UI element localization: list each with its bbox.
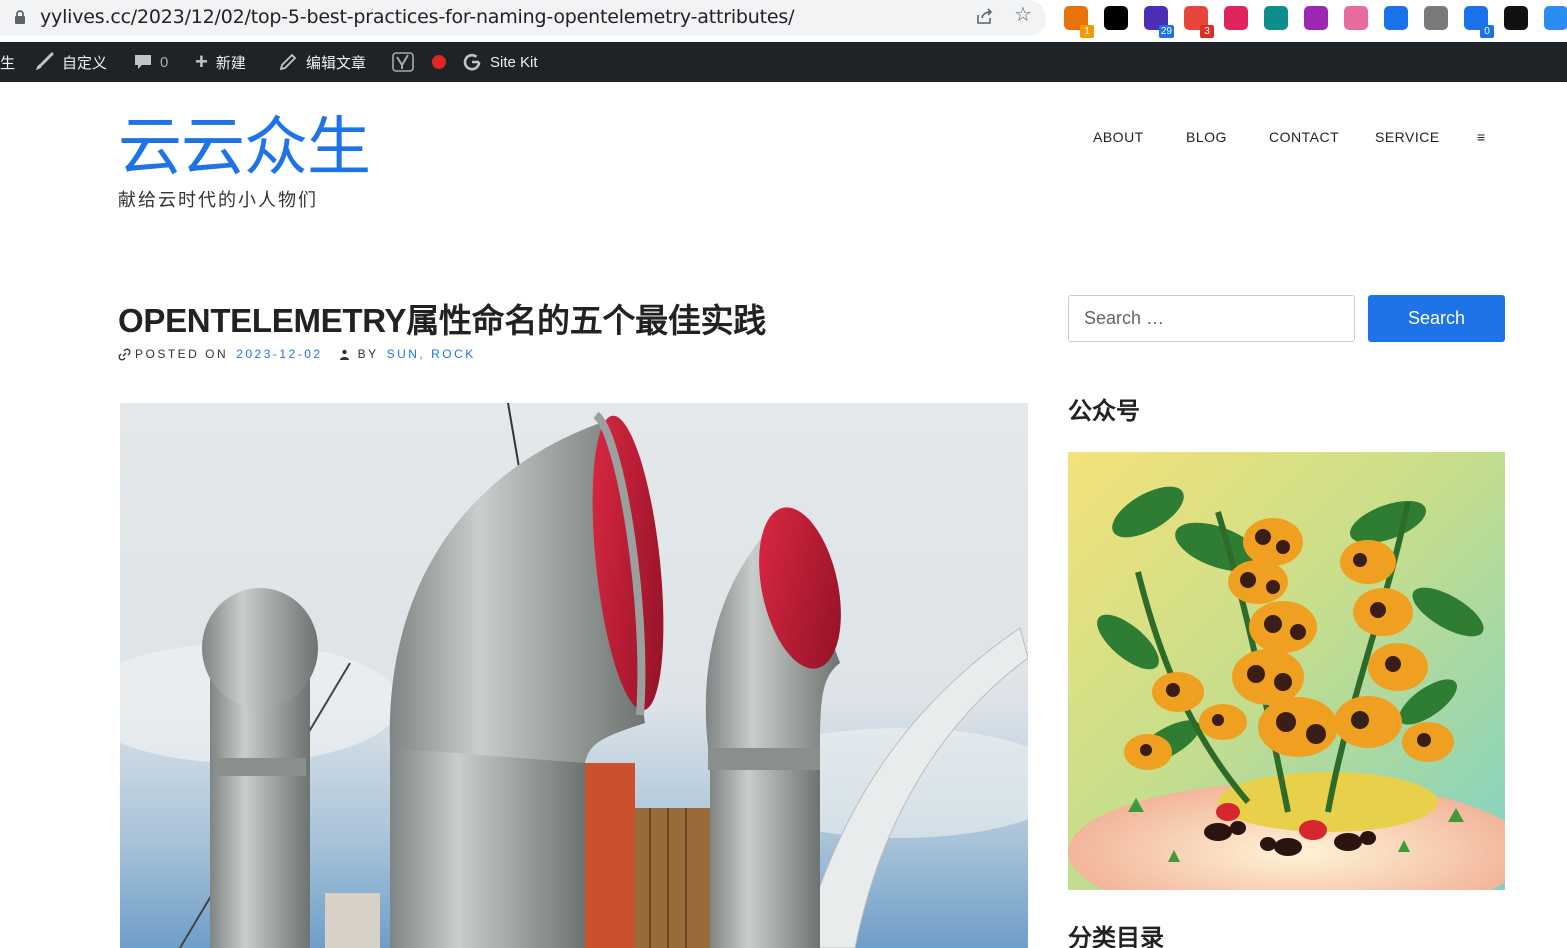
search-input[interactable] <box>1068 295 1355 342</box>
comment-bubble-icon <box>135 55 151 69</box>
edit-post-label: 编辑文章 <box>306 54 367 72</box>
extension-3-badge: 29 <box>1158 25 1174 38</box>
site-description: 献给云时代的小人物们 <box>118 190 318 210</box>
yoast-icon <box>392 52 414 72</box>
new-content-button[interactable]: + 新建 <box>195 42 246 82</box>
comments-count: 0 <box>160 53 169 71</box>
yoast-seo-button[interactable] <box>392 42 446 82</box>
post-author-link[interactable]: SUN, ROCK <box>387 347 476 361</box>
nav-item-blog[interactable]: BLOG <box>1186 129 1227 145</box>
extension-6-extension-icon[interactable] <box>1264 6 1288 30</box>
post-date-link[interactable]: 2023-12-02 <box>236 347 322 361</box>
extension-3-extension-icon[interactable]: 29 <box>1144 6 1174 38</box>
featured-image <box>120 403 1028 948</box>
extension-1-badge: 1 <box>1080 25 1094 38</box>
paintbrush-icon <box>36 52 54 70</box>
user-icon <box>339 349 349 360</box>
extension-13-extension-icon[interactable] <box>1544 6 1567 30</box>
admin-bar-site-name[interactable]: 生 <box>0 42 15 82</box>
site-title[interactable]: 云云众生 <box>118 116 371 180</box>
customize-label: 自定义 <box>62 54 108 72</box>
plus-icon: + <box>195 49 208 74</box>
share-icon[interactable] <box>975 6 995 26</box>
search-button[interactable]: Search <box>1368 295 1505 342</box>
wechat-illustration-image[interactable] <box>1068 452 1505 890</box>
url-text[interactable]: yylives.cc/2023/12/02/top-5-best-practic… <box>40 6 794 28</box>
link-icon <box>118 347 131 361</box>
notion-extension-icon[interactable] <box>1104 6 1128 30</box>
new-content-label: 新建 <box>215 54 246 72</box>
nav-item-about[interactable]: ABOUT <box>1093 129 1144 145</box>
extension-1-extension-icon[interactable]: 1 <box>1064 6 1094 38</box>
nav-item-contact[interactable]: CONTACT <box>1269 129 1339 145</box>
comments-button[interactable]: 0 <box>134 42 168 82</box>
site-kit-label: Site Kit <box>490 53 538 71</box>
widget-title-wechat: 公众号 <box>1068 398 1140 425</box>
wp-admin-bar: 生 自定义 0 + 新建 编辑文章 Site Kit <box>0 42 1567 82</box>
extension-9-extension-icon[interactable] <box>1384 6 1408 30</box>
widget-title-categories: 分类目录 <box>1068 925 1164 948</box>
extension-4-badge: 3 <box>1200 25 1214 38</box>
extension-11-badge: 0 <box>1480 25 1494 38</box>
extension-4-extension-icon[interactable]: 3 <box>1184 6 1214 38</box>
customize-button[interactable]: 自定义 <box>34 42 107 82</box>
seo-status-dot <box>432 55 446 69</box>
nav-item-service[interactable]: SERVICE <box>1375 129 1440 145</box>
extension-11-extension-icon[interactable]: 0 <box>1464 6 1494 38</box>
lock-icon[interactable] <box>14 10 26 24</box>
hamburger-menu-icon[interactable]: ≡ <box>1477 129 1486 145</box>
edit-post-button[interactable]: 编辑文章 <box>278 42 366 82</box>
openai-extension-icon[interactable] <box>1424 6 1448 30</box>
posted-on-label: POSTED ON <box>135 347 229 361</box>
extension-5-extension-icon[interactable] <box>1224 6 1248 30</box>
google-g-icon <box>463 53 481 71</box>
extension-8-extension-icon[interactable] <box>1344 6 1368 30</box>
extension-7-extension-icon[interactable] <box>1304 6 1328 30</box>
bookmark-star-icon[interactable]: ☆ <box>1014 5 1034 25</box>
admin-bar-site-label: 生 <box>0 54 16 72</box>
browser-chrome: yylives.cc/2023/12/02/top-5-best-practic… <box>0 0 1567 42</box>
address-bar[interactable]: yylives.cc/2023/12/02/top-5-best-practic… <box>0 0 1046 36</box>
post-meta: POSTED ON 2023-12-02 BY SUN, ROCK <box>118 347 476 361</box>
site-kit-button[interactable]: Site Kit <box>462 42 538 82</box>
extension-12-extension-icon[interactable] <box>1504 6 1528 30</box>
by-label: BY <box>357 347 379 361</box>
post-title: OPENTELEMETRY属性命名的五个最佳实践 <box>118 302 766 339</box>
pencil-icon <box>279 53 297 71</box>
